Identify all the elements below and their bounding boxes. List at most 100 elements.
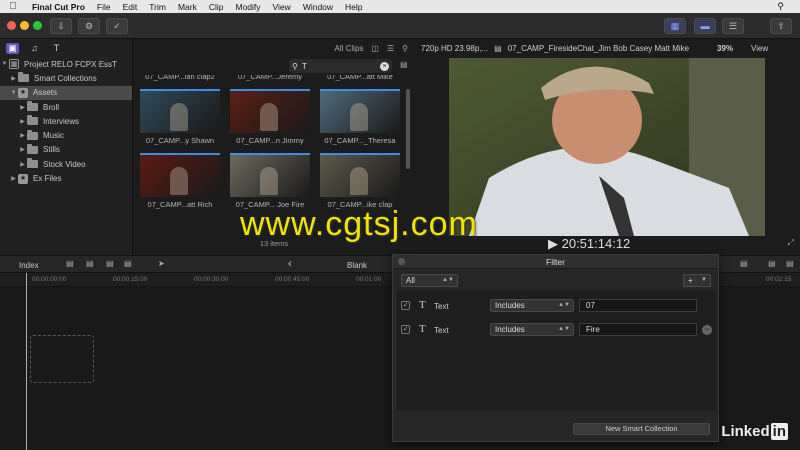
clip-thumbnail[interactable]: 07_CAMP...y Shawn bbox=[140, 89, 220, 145]
menu-trim[interactable]: Trim bbox=[143, 2, 172, 12]
disclosure-icon[interactable]: ▶ bbox=[9, 175, 18, 182]
import-icon[interactable]: ⇩ bbox=[50, 18, 72, 34]
format-label: 720p HD 23.98p,... bbox=[421, 43, 489, 53]
video-image bbox=[449, 58, 765, 236]
clip-filmstrip[interactable] bbox=[140, 89, 220, 133]
sidebar-item-label: Stills bbox=[43, 145, 60, 155]
menu-help[interactable]: Help bbox=[339, 2, 368, 12]
inspector-toggle-icon[interactable]: ☰ bbox=[722, 18, 744, 34]
clip-filmstrip[interactable] bbox=[140, 153, 220, 197]
sidebar-item[interactable]: ▶ Smart Collections bbox=[0, 71, 132, 85]
clip-thumbnail[interactable]: 07_CAMP... Joe Fire bbox=[230, 153, 310, 209]
timeline-toggle-icon[interactable]: ▬ bbox=[694, 18, 716, 34]
libraries-icon[interactable]: ▣ bbox=[6, 42, 19, 54]
keywords-icon[interactable]: ⚙ bbox=[78, 18, 100, 34]
close-filter-button[interactable] bbox=[398, 258, 405, 265]
menu-view[interactable]: View bbox=[267, 2, 297, 12]
menu-edit[interactable]: Edit bbox=[117, 2, 144, 12]
disclosure-icon[interactable]: ▶ bbox=[18, 104, 27, 111]
clip-thumbnail[interactable]: 07_CAMP...att Rich bbox=[140, 153, 220, 209]
clip-name: 07_CAMP..._Theresa bbox=[324, 136, 396, 145]
disclosure-icon[interactable]: ▼ bbox=[9, 90, 18, 96]
library-row[interactable]: ▼ ▦ Project RELO FCPX EssT bbox=[0, 57, 132, 71]
add-rule-button[interactable]: + ▼ bbox=[683, 274, 711, 287]
close-window-button[interactable] bbox=[7, 21, 16, 30]
list-view-icon[interactable]: ☰ bbox=[387, 44, 394, 53]
disclosure-icon[interactable]: ▶ bbox=[18, 118, 27, 125]
clip-thumbnail[interactable]: 07_CAMP..._Theresa bbox=[320, 89, 400, 145]
ruler-label: 00:00:00:00 bbox=[32, 276, 67, 283]
linkedin-logo: Linked in bbox=[721, 423, 788, 440]
view-menu[interactable]: View bbox=[751, 44, 768, 53]
apple-icon[interactable]:  bbox=[0, 1, 26, 12]
browser-scrollbar[interactable] bbox=[406, 89, 410, 169]
fullscreen-icon[interactable]: ⤢ bbox=[788, 238, 794, 248]
sidebar-item[interactable]: ▶ Interviews bbox=[0, 114, 132, 128]
zoom-menu[interactable]: 39% bbox=[717, 44, 733, 53]
menu-window[interactable]: Window bbox=[297, 2, 339, 12]
clear-search-icon[interactable]: × bbox=[380, 61, 389, 71]
new-smart-collection-button[interactable]: New Smart Collection bbox=[573, 423, 710, 435]
clip-appearance-icon[interactable]: ◫ bbox=[371, 44, 379, 53]
sidebar-item-label: Music bbox=[43, 131, 64, 141]
browser-toggle-icon[interactable]: ▦ bbox=[664, 18, 686, 34]
photos-audio-icon[interactable]: ♫ bbox=[28, 43, 41, 54]
clip-thumbnail[interactable]: 07_CAMP...ike clap bbox=[320, 153, 400, 209]
clip-thumbnail[interactable]: 07_CAMP...ian clap2 bbox=[140, 75, 220, 81]
menu-modify[interactable]: Modify bbox=[229, 2, 266, 12]
append-icon[interactable]: ▤ bbox=[106, 259, 114, 268]
sidebar-item[interactable]: ▶ Stock Video bbox=[0, 157, 132, 171]
rule-operator-select[interactable]: Includes ▲▼ bbox=[490, 299, 574, 312]
clip-thumbnail[interactable]: 07_CAMP...att Mike bbox=[320, 75, 400, 81]
rule-operator-select[interactable]: Includes ▲▼ bbox=[490, 323, 574, 336]
ruler-label: 00:00:30:00 bbox=[194, 276, 229, 283]
sidebar-item[interactable]: ▶ Stills bbox=[0, 143, 132, 157]
minimize-window-button[interactable] bbox=[20, 21, 29, 30]
menu-mark[interactable]: Mark bbox=[172, 2, 203, 12]
clip-thumbnail[interactable]: 07_CAMP...n Jimmy bbox=[230, 89, 310, 145]
filter-token: T bbox=[301, 61, 307, 71]
clip-appearance-icon[interactable]: ▤ bbox=[768, 259, 776, 268]
zoom-window-button[interactable] bbox=[33, 21, 42, 30]
clip-filmstrip[interactable] bbox=[320, 153, 400, 197]
search-icon[interactable]: ⚲ bbox=[777, 1, 784, 12]
search-filter-field[interactable]: ⚲ T × bbox=[289, 59, 392, 73]
audio-meter-icon[interactable]: ▤ bbox=[740, 259, 748, 268]
browser-search-icon[interactable]: ⚲ bbox=[402, 44, 408, 53]
disclosure-open-icon[interactable]: ▼ bbox=[0, 61, 9, 67]
disclosure-icon[interactable]: ▶ bbox=[9, 75, 18, 82]
menu-file[interactable]: File bbox=[91, 2, 117, 12]
rule-value-field[interactable]: Fire bbox=[579, 323, 697, 336]
rule-checkbox[interactable]: ✓ bbox=[401, 325, 410, 334]
sidebar-item[interactable]: ▶ Broll bbox=[0, 100, 132, 114]
overwrite-icon[interactable]: ▤ bbox=[124, 259, 132, 268]
clip-thumbnail[interactable]: 07_CAMP...Jeremy bbox=[230, 75, 310, 81]
disclosure-icon[interactable]: ▶ bbox=[18, 132, 27, 139]
background-tasks-icon[interactable]: ✓ bbox=[106, 18, 128, 34]
rule-checkbox[interactable]: ✓ bbox=[401, 301, 410, 310]
filmstrip-icon[interactable]: ▤ bbox=[400, 60, 408, 69]
insert-icon[interactable]: ▤ bbox=[86, 259, 94, 268]
sidebar-item[interactable]: ▶ ★ Ex Files bbox=[0, 171, 132, 185]
connect-icon[interactable]: ▤ bbox=[66, 259, 74, 268]
back-icon[interactable]: ‹ bbox=[288, 258, 292, 270]
select-tool-icon[interactable]: ➤ bbox=[158, 259, 165, 268]
playhead[interactable] bbox=[26, 273, 27, 450]
effects-icon[interactable]: ▤ bbox=[786, 259, 794, 268]
remove-rule-icon[interactable]: − bbox=[702, 325, 712, 335]
menu-clip[interactable]: Clip bbox=[203, 2, 230, 12]
titles-generators-icon[interactable]: T bbox=[50, 43, 63, 54]
clip-filmstrip[interactable] bbox=[230, 153, 310, 197]
clip-filmstrip[interactable] bbox=[320, 89, 400, 133]
menu-app[interactable]: Final Cut Pro bbox=[26, 2, 91, 12]
sidebar-item[interactable]: ▼ ★ Assets bbox=[0, 85, 132, 100]
clip-filmstrip[interactable] bbox=[230, 89, 310, 133]
disclosure-icon[interactable]: ▶ bbox=[18, 161, 27, 168]
match-select[interactable]: All ▲▼ bbox=[401, 274, 458, 287]
sidebar-item[interactable]: ▶ Music bbox=[0, 128, 132, 142]
rule-value-field[interactable]: 07 bbox=[579, 299, 697, 312]
share-icon[interactable]: ⇧ bbox=[770, 18, 792, 34]
all-clips-menu[interactable]: All Clips bbox=[335, 44, 364, 53]
disclosure-icon[interactable]: ▶ bbox=[18, 146, 27, 153]
index-button[interactable]: Index bbox=[19, 261, 39, 270]
